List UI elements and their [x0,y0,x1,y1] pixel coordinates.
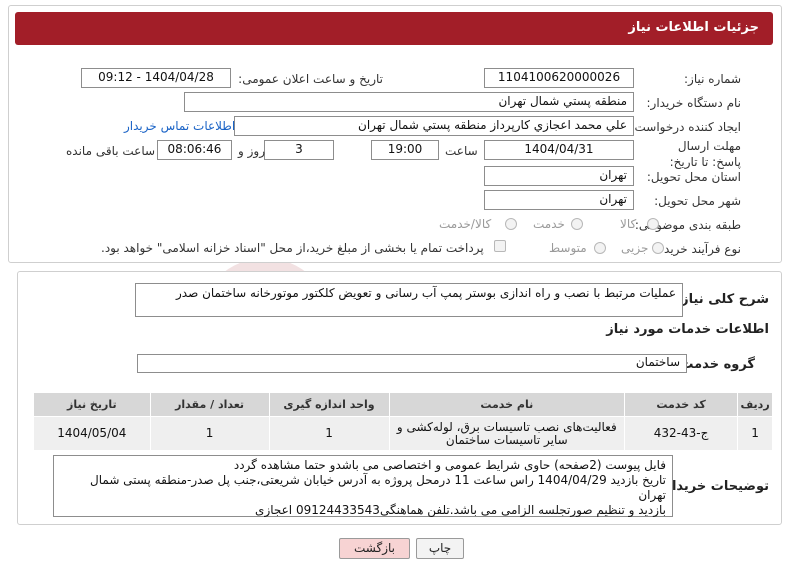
category-goods-label: کالا [620,217,637,231]
col-service-name: نام خدمت [388,392,626,417]
purchase-partial-radio[interactable] [652,242,664,254]
table-row: 1 ج-43-432 فعالیت‌های نصب تاسیسات برق، ل… [33,416,773,451]
buyer-notes-label: توضیحات خریدار: [659,479,769,494]
days-label: روز و [238,144,265,158]
category-goods-service-label: کالا/خدمت [439,217,492,231]
cell-row: 1 [737,416,773,451]
service-group-label: گروه خدمت: [675,357,755,372]
col-need-date: تاریخ نیاز [33,392,151,417]
province-field: تهران [484,166,634,186]
need-number-label: شماره نیاز: [684,72,741,86]
purchase-medium-label: متوسط [549,241,587,255]
province-label: استان محل تحویل: [646,170,741,184]
buyer-org-label: نام دستگاه خریدار: [646,96,742,110]
need-number-field: 1104100620000026 [484,68,634,88]
deadline-label: مهلت ارسال پاسخ: تا تاریخ: [669,139,741,169]
remaining-time-field: 08:06:46 [157,140,232,160]
col-row: ردیف [737,392,773,417]
city-label: شهر محل تحویل: [654,194,741,208]
buyer-org-field: منطقه پستي شمال تهران [184,92,634,112]
purchase-type-label: نوع فرآیند خرید : [656,242,741,256]
requester-label: ایجاد کننده درخواست: [630,120,741,134]
treasury-payment-checkbox[interactable] [494,240,506,252]
cell-unit: 1 [268,416,390,451]
buyer-notes-line-3: بازدید و تنظیم صورتجلسه الزامی می باشد.ت… [255,503,666,517]
cell-quantity: 1 [149,416,270,451]
cell-service-name: فعالیت‌های نصب تاسیسات برق، لوله‌کشی و س… [388,416,626,451]
treasury-payment-note: پرداخت تمام یا بخشی از مبلغ خرید،از محل … [101,241,484,255]
back-button[interactable]: بازگشت [339,538,410,559]
services-table-header: ردیف کد خدمت نام خدمت واحد اندازه گیری ت… [33,392,773,417]
services-table: ردیف کد خدمت نام خدمت واحد اندازه گیری ت… [33,392,773,451]
col-service-code: کد خدمت [624,392,739,417]
service-group-field: ساختمان [137,354,687,373]
cell-service-code: ج-43-432 [624,416,739,451]
purchase-medium-radio[interactable] [594,242,606,254]
cell-need-date: 1404/05/04 [33,416,151,451]
page-title: جزئیات اطلاعات نیاز [628,20,759,35]
header-bar: جزئیات اطلاعات نیاز [15,12,773,45]
buyer-notes-textarea: فایل پیوست (2صفحه) حاوی شرایط عمومی و اخ… [53,455,673,517]
summary-textarea: عملیات مرتبط با نصب و راه اندازی بوستر پ… [135,283,683,317]
col-unit: واحد اندازه گیری [268,392,390,417]
remaining-days-field: 3 [264,140,334,160]
category-goods-radio[interactable] [647,218,659,230]
announce-date-field: 1404/04/28 - 09:12 [81,68,231,88]
city-field: تهران [484,190,634,210]
deadline-date-field: 1404/04/31 [484,140,634,160]
services-section-title: اطلاعات خدمات مورد نیاز [606,322,769,337]
buyer-notes-line-2: تاریخ بازدید 1404/04/29 راس ساعت 11 درمح… [90,473,666,502]
remaining-time-label: ساعت باقی مانده [66,144,156,158]
purchase-partial-label: جزیی [621,241,649,255]
deadline-time-label: ساعت [445,144,478,158]
deadline-time-field: 19:00 [371,140,439,160]
category-service-radio[interactable] [571,218,583,230]
summary-text: عملیات مرتبط با نصب و راه اندازی بوستر پ… [175,286,676,300]
buyer-contact-link[interactable]: اطلاعات تماس خریدار [124,119,235,133]
summary-label: شرح کلی نیاز: [675,292,769,307]
requester-field: علي محمد اعجازي كارپرداز منطقه پستي شمال… [234,116,634,136]
col-quantity: تعداد / مقدار [149,392,270,417]
print-button[interactable]: چاپ [416,538,464,559]
category-goods-service-radio[interactable] [505,218,517,230]
announce-date-label: تاریخ و ساعت اعلان عمومی: [238,72,383,86]
category-service-label: خدمت [533,217,565,231]
buyer-notes-line-1: فایل پیوست (2صفحه) حاوی شرایط عمومی و اخ… [233,458,666,472]
